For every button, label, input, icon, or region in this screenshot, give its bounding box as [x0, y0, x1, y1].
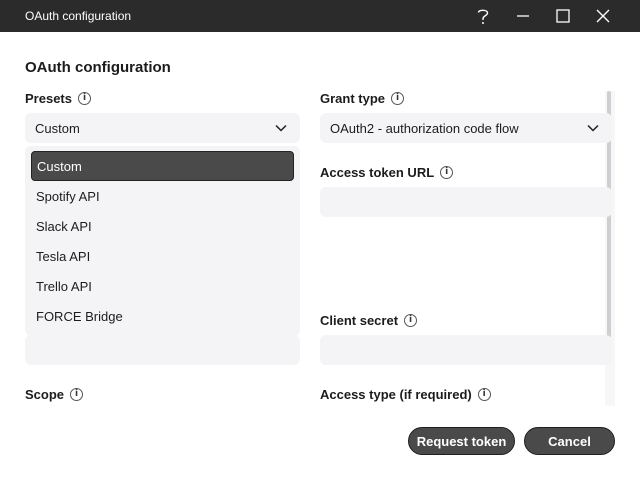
access-token-url-input[interactable] [320, 187, 612, 217]
grant-type-select[interactable]: OAuth2 - authorization code flow [320, 113, 612, 143]
preset-option-spotify[interactable]: Spotify API [31, 181, 294, 211]
window-title: OAuth configuration [25, 9, 132, 23]
help-button[interactable] [463, 0, 503, 32]
scope-label-row: Scope i [25, 387, 84, 402]
preset-option-custom[interactable]: Custom [31, 151, 294, 181]
presets-selected-value: Custom [35, 120, 80, 136]
preset-option-trello[interactable]: Trello API [31, 271, 294, 301]
client-secret-label: Client secret [320, 313, 399, 328]
request-token-button[interactable]: Request token [408, 427, 515, 455]
preset-extra-field[interactable] [25, 335, 300, 365]
preset-option-tesla[interactable]: Tesla API [31, 241, 294, 271]
grant-type-label: Grant type [320, 91, 386, 106]
presets-dropdown-list: Custom Spotify API Slack API Tesla API T… [25, 146, 300, 336]
cancel-button[interactable]: Cancel [524, 427, 615, 455]
maximize-button[interactable] [543, 0, 583, 32]
help-icon [477, 9, 489, 24]
preset-option-force-bridge[interactable]: FORCE Bridge [31, 301, 294, 331]
window-titlebar: OAuth configuration [0, 0, 640, 32]
info-icon[interactable]: i [440, 166, 454, 179]
client-secret-input[interactable] [320, 335, 612, 365]
grant-type-selected-value: OAuth2 - authorization code flow [330, 120, 519, 136]
access-type-label-row: Access type (if required) i [320, 387, 491, 402]
minimize-icon [517, 15, 529, 17]
access-token-url-label-row: Access token URL i [320, 165, 454, 180]
close-button[interactable] [583, 0, 623, 32]
dialog-heading: OAuth configuration [25, 59, 171, 76]
access-type-label: Access type (if required) [320, 387, 472, 402]
info-icon[interactable]: i [477, 388, 491, 401]
presets-label-row: Presets i [25, 91, 91, 106]
chevron-down-icon [275, 124, 287, 132]
client-secret-label-row: Client secret i [320, 313, 418, 328]
close-icon [596, 9, 610, 23]
info-icon[interactable]: i [70, 388, 84, 401]
info-icon[interactable]: i [391, 92, 405, 105]
scope-label: Scope [25, 387, 65, 402]
access-token-url-label: Access token URL [320, 165, 435, 180]
minimize-button[interactable] [503, 0, 543, 32]
grant-type-label-row: Grant type i [320, 91, 405, 106]
presets-label: Presets [25, 91, 72, 106]
maximize-icon [556, 9, 570, 23]
info-icon[interactable]: i [404, 314, 418, 327]
info-icon[interactable]: i [77, 92, 91, 105]
chevron-down-icon [587, 124, 599, 132]
presets-select[interactable]: Custom [25, 113, 300, 143]
preset-option-slack[interactable]: Slack API [31, 211, 294, 241]
